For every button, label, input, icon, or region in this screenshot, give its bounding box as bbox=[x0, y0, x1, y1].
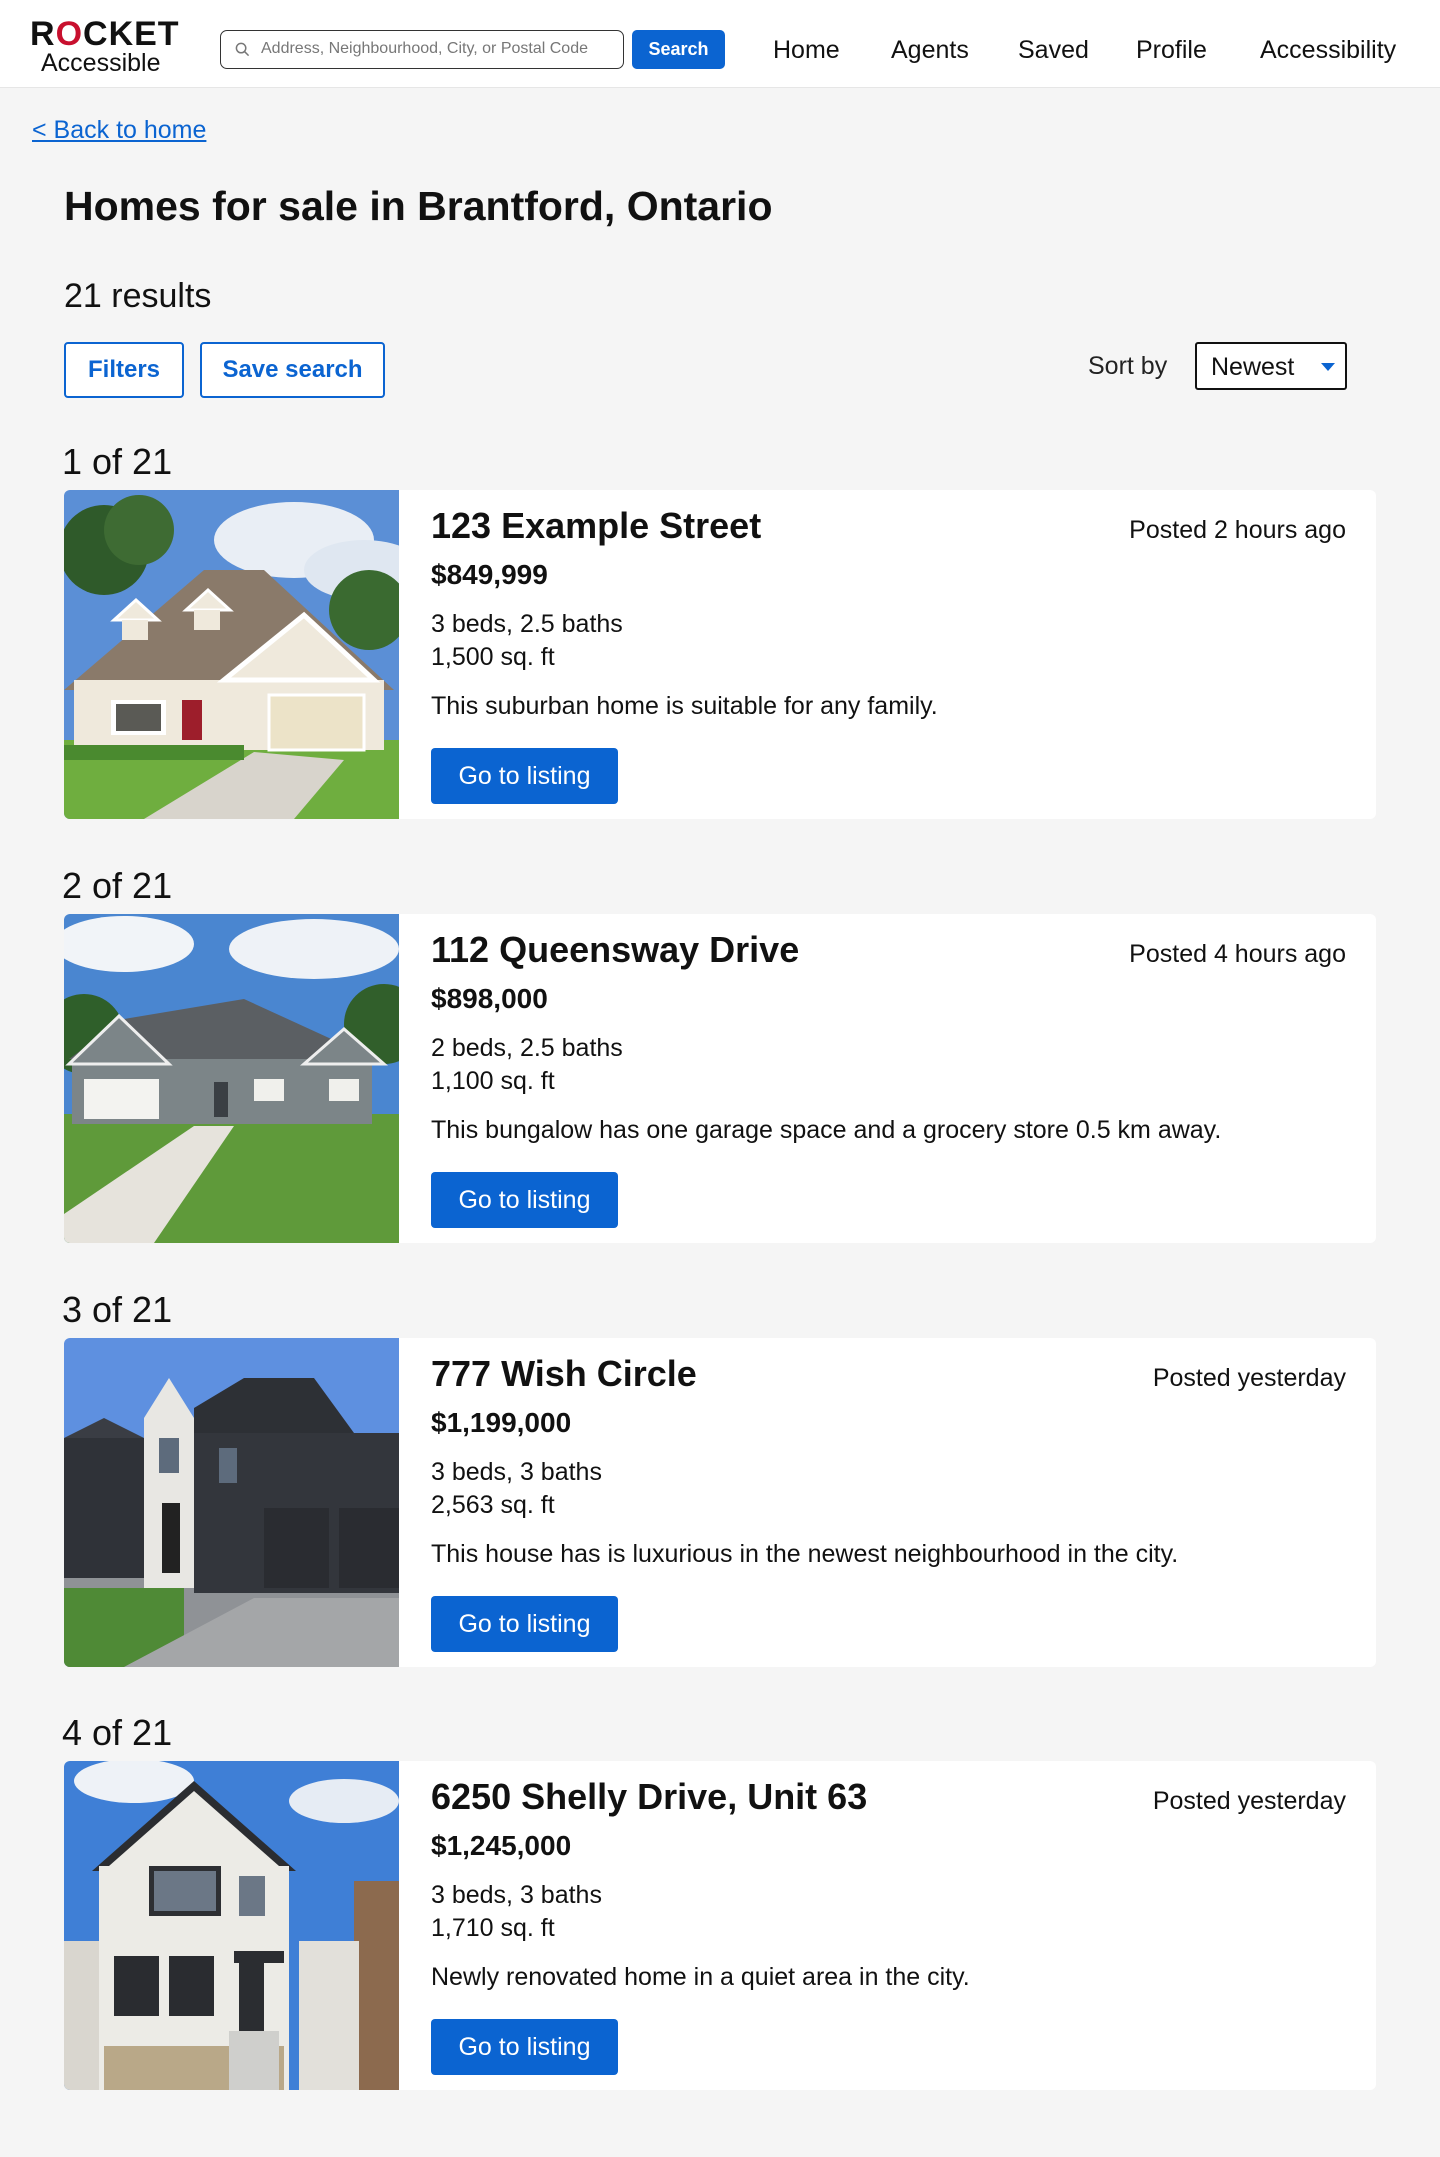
listing-card: 112 Queensway Drive Posted 4 hours ago $… bbox=[64, 914, 1376, 1243]
go-to-listing-button[interactable]: Go to listing bbox=[431, 1172, 618, 1228]
nav-accessibility[interactable]: Accessibility bbox=[1260, 34, 1396, 66]
listing-posted-time: Posted 2 hours ago bbox=[1129, 516, 1346, 544]
logo-subtitle: Accessible bbox=[41, 49, 161, 77]
listing-beds-baths: 3 beds, 2.5 baths bbox=[431, 610, 623, 638]
listing-card: 123 Example Street Posted 2 hours ago $8… bbox=[64, 490, 1376, 819]
listing-posted-time: Posted yesterday bbox=[1152, 1787, 1346, 1815]
search-button[interactable]: Search bbox=[632, 30, 725, 69]
results-count: 21 results bbox=[64, 277, 212, 315]
listing-photo bbox=[64, 1761, 399, 2090]
listing-sqft: 2,563 sq. ft bbox=[431, 1491, 555, 1519]
listing-photo bbox=[64, 914, 399, 1243]
rocket-accessible-logo[interactable]: ROCKET Accessible bbox=[30, 15, 180, 77]
listing-item: 4 of 21 6250 Shelly Drive, Unit 63 Poste… bbox=[0, 1711, 1440, 2101]
sort-selected-value: Newest bbox=[1211, 353, 1295, 381]
listing-sqft: 1,710 sq. ft bbox=[431, 1914, 555, 1942]
listing-price: $898,000 bbox=[431, 983, 548, 1014]
listing-item: 3 of 21 777 Wish Circle Posted yesterday… bbox=[0, 1288, 1440, 1678]
save-search-button[interactable]: Save search bbox=[200, 342, 385, 398]
listing-address: 6250 Shelly Drive, Unit 63 bbox=[431, 1776, 868, 1817]
listing-item: 1 of 21 123 Example Street Posted 2 hour… bbox=[0, 440, 1440, 830]
page-title: Homes for sale in Brantford, Ontario bbox=[64, 183, 773, 229]
site-header: ROCKET Accessible Search Home Agents Sav… bbox=[0, 0, 1440, 88]
listing-index: 1 of 21 bbox=[62, 441, 173, 482]
listing-description: Newly renovated home in a quiet area in … bbox=[431, 1963, 970, 1991]
listing-address: 112 Queensway Drive bbox=[431, 929, 800, 970]
logo-wordmark: ROCKET bbox=[30, 15, 180, 53]
search-icon bbox=[235, 42, 250, 57]
back-to-home-link[interactable]: < Back to home bbox=[32, 114, 206, 146]
chevron-down-icon bbox=[1321, 363, 1335, 371]
listing-item: 2 of 21 112 Queensway Drive Posted 4 hou… bbox=[0, 864, 1440, 1254]
listing-index: 3 of 21 bbox=[62, 1289, 173, 1330]
listing-description: This bungalow has one garage space and a… bbox=[431, 1116, 1222, 1144]
listing-price: $849,999 bbox=[431, 559, 548, 590]
search-input[interactable] bbox=[261, 36, 616, 62]
listing-photo bbox=[64, 490, 399, 819]
nav-agents[interactable]: Agents bbox=[891, 34, 969, 66]
listing-description: This house has is luxurious in the newes… bbox=[431, 1540, 1179, 1568]
nav-home[interactable]: Home bbox=[773, 34, 840, 66]
listing-card: 6250 Shelly Drive, Unit 63 Posted yester… bbox=[64, 1761, 1376, 2090]
listing-price: $1,245,000 bbox=[431, 1830, 572, 1861]
listing-index: 2 of 21 bbox=[62, 865, 173, 906]
listing-sqft: 1,500 sq. ft bbox=[431, 643, 555, 671]
sort-label: Sort by bbox=[1088, 352, 1168, 380]
listing-sqft: 1,100 sq. ft bbox=[431, 1067, 555, 1095]
sort-select[interactable]: Newest bbox=[1195, 342, 1347, 390]
listing-description: This suburban home is suitable for any f… bbox=[431, 692, 938, 720]
listing-beds-baths: 3 beds, 3 baths bbox=[431, 1458, 602, 1486]
listing-index: 4 of 21 bbox=[62, 1712, 173, 1753]
filters-button[interactable]: Filters bbox=[64, 342, 184, 398]
listing-beds-baths: 2 beds, 2.5 baths bbox=[431, 1034, 623, 1062]
listing-address: 123 Example Street bbox=[431, 505, 762, 546]
listing-posted-time: Posted yesterday bbox=[1152, 1364, 1346, 1392]
nav-profile[interactable]: Profile bbox=[1136, 34, 1207, 66]
listing-beds-baths: 3 beds, 3 baths bbox=[431, 1881, 602, 1909]
listing-address: 777 Wish Circle bbox=[431, 1353, 697, 1394]
search-box bbox=[220, 30, 624, 69]
go-to-listing-button[interactable]: Go to listing bbox=[431, 748, 618, 804]
listing-card: 777 Wish Circle Posted yesterday $1,199,… bbox=[64, 1338, 1376, 1667]
go-to-listing-button[interactable]: Go to listing bbox=[431, 2019, 618, 2075]
listing-posted-time: Posted 4 hours ago bbox=[1129, 940, 1346, 968]
go-to-listing-button[interactable]: Go to listing bbox=[431, 1596, 618, 1652]
nav-saved[interactable]: Saved bbox=[1018, 34, 1089, 66]
listing-price: $1,199,000 bbox=[431, 1407, 572, 1438]
listing-photo bbox=[64, 1338, 399, 1667]
